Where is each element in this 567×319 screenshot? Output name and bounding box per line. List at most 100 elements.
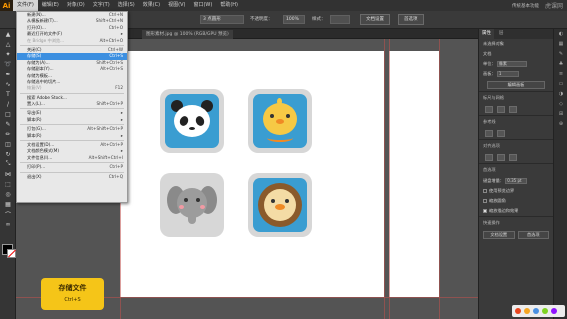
eraser-icon[interactable]: ◫	[0, 139, 16, 149]
menu-help[interactable]: 帮助(H)	[216, 0, 242, 11]
rotate-icon[interactable]: ↻	[0, 149, 16, 159]
gradient-panel-icon[interactable]: ▭	[554, 79, 567, 89]
menu-view[interactable]: 视图(V)	[164, 0, 189, 11]
symbols-icon[interactable]: ♣	[554, 59, 567, 69]
chick-icon[interactable]	[248, 89, 312, 153]
file-menu-item-label: 置入(L)...	[27, 101, 45, 107]
tab-layers[interactable]: 层	[496, 29, 507, 39]
stroke-style-dropdown[interactable]: 3 点圆形	[200, 15, 244, 24]
ruler-icon[interactable]	[485, 106, 493, 113]
file-menu-dropdown: 新建(N)... Ctrl+N 从模板新建(T)... Shift+Ctrl+N 打开(…	[16, 11, 128, 203]
blend-icon[interactable]: ∞	[0, 219, 16, 229]
file-menu-item-label: 从模板新建(T)...	[27, 18, 58, 24]
menu-effect[interactable]: 效果(C)	[139, 0, 164, 11]
shape-builder-icon[interactable]: ◎	[0, 189, 16, 199]
file-menu-item-shortcut: Alt+Shift+Ctrl+I	[88, 154, 123, 160]
unit-dropdown[interactable]: 像素	[496, 61, 527, 67]
gradient-icon[interactable]: ▦	[0, 199, 16, 209]
panel-doc-setup-button[interactable]: 文档设置	[483, 231, 515, 239]
snap-grid-icon[interactable]	[497, 154, 505, 161]
type-tool-icon[interactable]: T	[0, 89, 16, 99]
file-menu-item[interactable]: 脚本(R) ▸	[17, 133, 127, 139]
curvature-icon[interactable]: ∿	[0, 79, 16, 89]
menu-type[interactable]: 文字(T)	[89, 0, 114, 11]
color-panel-icon[interactable]: ◐	[554, 29, 567, 39]
guide-lock-icon[interactable]	[497, 130, 505, 137]
lasso-icon[interactable]: ➰	[0, 59, 16, 69]
guide-show-icon[interactable]	[485, 130, 493, 137]
artboard-field[interactable]: 1	[496, 71, 519, 77]
tools-panel: ▲ △ ✦ ➰ ✒ ∿ T / □ ✎ ✏ ◫ ↻ ⤡ ⋈ ⬚ ◎ ▦ ⌒ ∞	[0, 29, 16, 319]
menu-object[interactable]: 对象(O)	[63, 0, 89, 11]
document-tab[interactable]: 图形素材.jpg @ 100% (RGB/GPU 预览)	[142, 30, 233, 39]
quick-actions-section: 快速操作	[479, 216, 553, 229]
elephant-icon[interactable]	[160, 173, 224, 237]
menu-separator	[20, 92, 124, 94]
appearance-icon[interactable]: ◇	[554, 99, 567, 109]
menu-edit[interactable]: 编辑(E)	[38, 0, 63, 11]
opacity-field[interactable]: 100%	[283, 15, 305, 24]
snap-point-icon[interactable]	[485, 154, 493, 161]
pen-tool-icon[interactable]: ✒	[0, 69, 16, 79]
file-menu-item-label: 恢复(V)	[27, 85, 42, 91]
magic-wand-icon[interactable]: ✦	[0, 49, 16, 59]
scale-strokes-checkbox[interactable]	[483, 209, 487, 213]
file-menu-item-shortcut: Ctrl+P	[109, 164, 124, 170]
swatches-icon[interactable]: ▦	[554, 39, 567, 49]
artboard-label: 画板：	[483, 71, 496, 76]
edit-artboard-button[interactable]: 编辑画板	[487, 81, 545, 89]
artboard-2[interactable]	[389, 51, 439, 297]
pathfinder-icon[interactable]: ⊕	[554, 119, 567, 129]
panel-preferences-button[interactable]: 首选项	[517, 231, 549, 239]
selection-tool-icon[interactable]: ▲	[0, 29, 16, 39]
menu-select[interactable]: 选择(S)	[114, 0, 139, 11]
menu-file[interactable]: 文件(F)	[13, 0, 38, 11]
free-transform-icon[interactable]: ⬚	[0, 179, 16, 189]
tab-properties[interactable]: 属性	[479, 29, 494, 39]
width-tool-icon[interactable]: ⋈	[0, 169, 16, 179]
eyedropper-icon[interactable]: ⌒	[0, 209, 16, 219]
pixel-grid-icon[interactable]	[509, 106, 517, 113]
file-menu-item[interactable]: 在 Bridge 中浏览... Alt+Ctrl+O	[17, 38, 127, 44]
file-menu-item[interactable]: 脚本(R) ▸	[17, 117, 127, 123]
file-menu-item-label: 新建(N)...	[27, 12, 46, 17]
file-menu-item-shortcut: ▸	[120, 116, 123, 122]
file-menu-item[interactable]: 打印(P)... Ctrl+P	[17, 164, 127, 170]
file-menu-item-label: 存储为(A)...	[27, 59, 50, 65]
shortcut-badge: 存储文件 Ctrl+S	[41, 278, 104, 310]
preferences-section: 首选项	[479, 163, 553, 176]
menu-window[interactable]: 窗口(W)	[189, 0, 216, 11]
transparency-icon[interactable]: ◑	[554, 89, 567, 99]
preview-bounds-checkbox[interactable]	[483, 189, 487, 193]
lion-icon[interactable]	[248, 173, 312, 237]
file-menu-item-shortcut: F12	[115, 85, 123, 91]
workspace-switcher[interactable]: 传统基本功能	[512, 3, 539, 9]
align-icon[interactable]: ⊞	[554, 109, 567, 119]
pencil-icon[interactable]: ✏	[0, 129, 16, 139]
file-menu-item-label: 最近打开的文件(F)	[27, 31, 62, 37]
stroke-swatch[interactable]	[7, 249, 16, 258]
grid-icon[interactable]	[497, 106, 505, 113]
style-dropdown[interactable]	[330, 15, 350, 24]
scale-corners-checkbox[interactable]	[483, 199, 487, 203]
file-menu-item-label: 退出(X)	[27, 173, 42, 179]
panda-icon[interactable]	[160, 89, 224, 153]
stroke-panel-icon[interactable]: ≡	[554, 69, 567, 79]
artboard[interactable]	[120, 51, 384, 297]
file-menu-item[interactable]: 置入(L)... Shift+Ctrl+P	[17, 101, 127, 107]
rectangle-tool-icon[interactable]: □	[0, 109, 16, 119]
paintbrush-icon[interactable]: ✎	[0, 119, 16, 129]
brushes-icon[interactable]: ✎	[554, 49, 567, 59]
file-menu-item[interactable]: 退出(X) Ctrl+Q	[17, 174, 127, 180]
file-menu-item[interactable]: 恢复(V) F12	[17, 85, 127, 91]
doc-setup-button[interactable]: 文档设置	[360, 14, 390, 25]
snap-pixel-icon[interactable]	[509, 154, 517, 161]
direct-selection-icon[interactable]: △	[0, 39, 16, 49]
preferences-button[interactable]: 首选项	[398, 14, 424, 25]
scale-icon[interactable]: ⤡	[0, 159, 16, 169]
ruler-grid-section: 标尺与网格	[479, 91, 553, 104]
opacity-label: 不透明度：	[250, 17, 273, 22]
file-menu-item[interactable]: 文件信息(I)... Alt+Shift+Ctrl+I	[17, 155, 127, 161]
line-tool-icon[interactable]: /	[0, 99, 16, 109]
keyboard-increment-field[interactable]: 0.35 pt	[505, 178, 528, 184]
